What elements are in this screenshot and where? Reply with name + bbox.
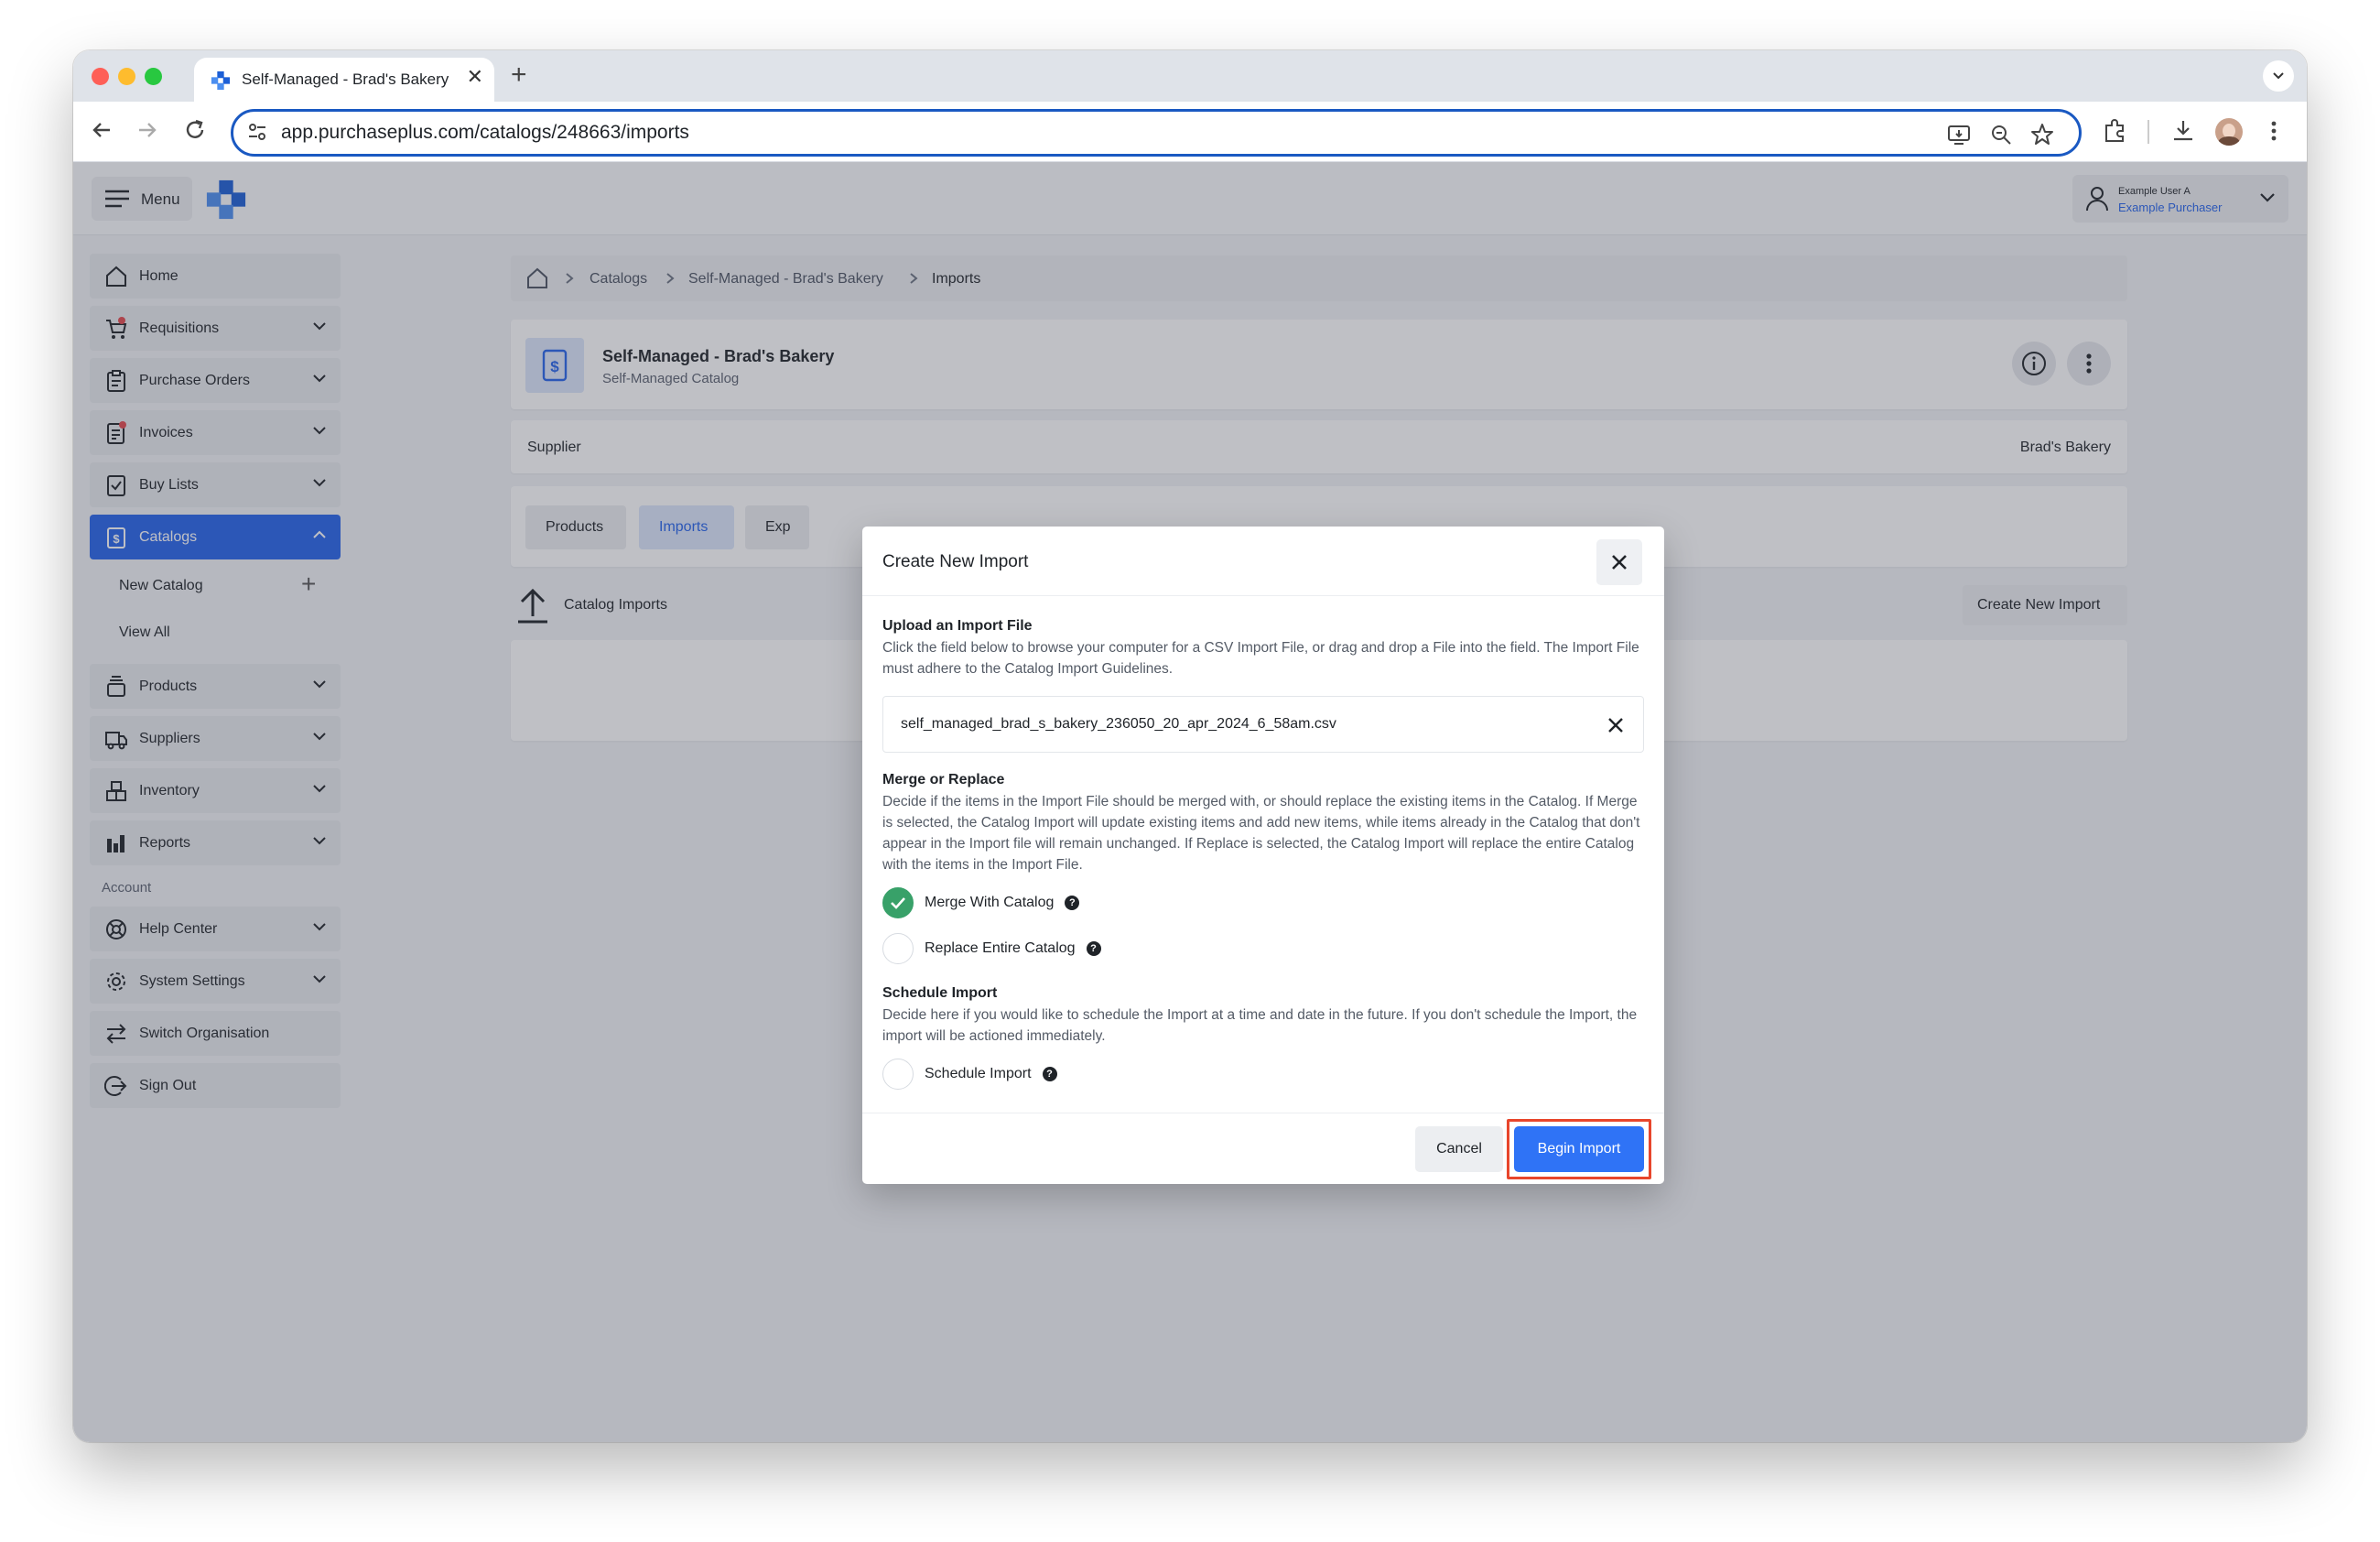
help-icon[interactable]: ? bbox=[1042, 1067, 1057, 1081]
dialog-title: Create New Import bbox=[882, 552, 1029, 571]
browser-window: Self-Managed - Brad's Bakery ✕ + app.pur… bbox=[73, 50, 2307, 1442]
install-app-icon[interactable] bbox=[1947, 123, 1971, 147]
reload-icon[interactable] bbox=[179, 114, 211, 146]
create-import-dialog: Create New Import Upload an Import File … bbox=[862, 527, 1664, 1184]
replace-entire-catalog-radio[interactable] bbox=[882, 933, 914, 964]
merge-with-catalog-radio[interactable] bbox=[882, 887, 914, 918]
import-file-dropzone[interactable]: self_managed_brad_s_bakery_236050_20_apr… bbox=[882, 696, 1644, 753]
toolbar-divider bbox=[2147, 120, 2149, 144]
new-tab-icon[interactable]: + bbox=[511, 60, 527, 91]
merge-section-title: Merge or Replace bbox=[882, 772, 1005, 787]
browser-toolbar: app.purchaseplus.com/catalogs/248663/imp… bbox=[73, 102, 2307, 162]
browser-menu-icon[interactable] bbox=[2265, 117, 2283, 145]
back-arrow-icon[interactable] bbox=[86, 114, 117, 146]
minimize-window-button[interactable] bbox=[118, 68, 135, 85]
schedule-import-label: Schedule Import? bbox=[925, 1066, 1057, 1082]
selected-file-name: self_managed_brad_s_bakery_236050_20_apr… bbox=[901, 716, 1336, 732]
cancel-button[interactable]: Cancel bbox=[1415, 1126, 1503, 1172]
begin-import-highlight bbox=[1507, 1119, 1651, 1179]
extensions-icon[interactable] bbox=[2102, 117, 2129, 145]
download-icon[interactable] bbox=[2169, 117, 2197, 145]
remove-file-icon[interactable] bbox=[1606, 716, 1625, 734]
schedule-section-title: Schedule Import bbox=[882, 985, 998, 1001]
zoom-icon[interactable] bbox=[1989, 123, 2013, 147]
maximize-window-button[interactable] bbox=[145, 68, 162, 85]
upload-section-title: Upload an Import File bbox=[882, 618, 1033, 634]
merge-with-catalog-label: Merge With Catalog? bbox=[925, 895, 1080, 911]
merge-section-description: Decide if the items in the Import File s… bbox=[882, 794, 1640, 873]
close-window-button[interactable] bbox=[92, 68, 109, 85]
profile-avatar[interactable] bbox=[2215, 118, 2243, 146]
site-settings-icon[interactable] bbox=[246, 121, 268, 143]
help-icon[interactable]: ? bbox=[1065, 896, 1080, 910]
replace-entire-catalog-label: Replace Entire Catalog? bbox=[925, 940, 1101, 957]
help-icon[interactable]: ? bbox=[1086, 941, 1101, 956]
close-tab-icon[interactable]: ✕ bbox=[467, 65, 483, 89]
purchaseplus-favicon-icon bbox=[211, 71, 231, 91]
close-icon bbox=[1612, 555, 1627, 570]
forward-arrow-icon[interactable] bbox=[132, 114, 163, 146]
close-dialog-button[interactable] bbox=[1596, 539, 1642, 585]
tab-search-chevron-icon[interactable] bbox=[2263, 60, 2294, 92]
tab-title: Self-Managed - Brad's Bakery bbox=[242, 71, 449, 88]
schedule-import-toggle[interactable] bbox=[882, 1059, 914, 1090]
checkmark-icon bbox=[891, 897, 905, 909]
dialog-header-divider bbox=[862, 595, 1664, 596]
schedule-section-description: Decide here if you would like to schedul… bbox=[882, 1007, 1638, 1044]
url-text: app.purchaseplus.com/catalogs/248663/imp… bbox=[281, 122, 689, 143]
upload-section-description: Click the field below to browse your com… bbox=[882, 640, 1639, 677]
browser-tab[interactable]: Self-Managed - Brad's Bakery ✕ bbox=[194, 58, 494, 102]
browser-tab-strip: Self-Managed - Brad's Bakery ✕ + bbox=[73, 50, 2307, 102]
bookmark-star-icon[interactable] bbox=[2029, 122, 2055, 147]
address-bar[interactable]: app.purchaseplus.com/catalogs/248663/imp… bbox=[231, 109, 2082, 157]
